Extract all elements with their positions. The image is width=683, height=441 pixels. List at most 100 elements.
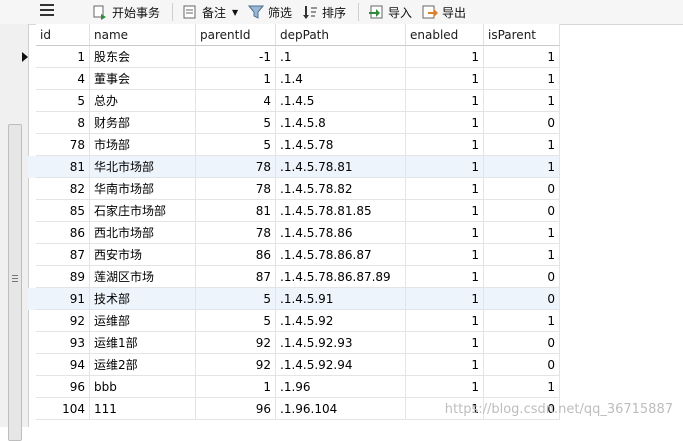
cell-id[interactable]: 81 — [36, 156, 90, 178]
cell-name[interactable]: 华北市场部 — [90, 156, 196, 178]
export-button[interactable]: 导出 — [422, 2, 466, 22]
table-row[interactable]: 89 莲湖区市场 87.1.4.5.78.86.87.89 1 0 — [28, 266, 560, 288]
cell-id[interactable]: 92 — [36, 310, 90, 332]
cell-deppath[interactable]: .1.4.5.78.81.85 — [276, 200, 406, 222]
table-row[interactable]: 91 技术部 5.1.4.5.91 1 0 — [28, 288, 560, 310]
cell-enabled[interactable]: 1 — [406, 46, 484, 68]
cell-parentid[interactable]: 78 — [196, 156, 276, 178]
cell-enabled[interactable]: 1 — [406, 310, 484, 332]
cell-deppath[interactable]: .1.4.5.78.86.87.89 — [276, 266, 406, 288]
cell-id[interactable]: 8 — [36, 112, 90, 134]
cell-isparent[interactable]: 0 — [484, 288, 560, 310]
cell-parentid[interactable]: 1 — [196, 68, 276, 90]
cell-id[interactable]: 91 — [36, 288, 90, 310]
cell-id[interactable]: 89 — [36, 266, 90, 288]
cell-name[interactable]: 运维部 — [90, 310, 196, 332]
cell-enabled[interactable]: 1 — [406, 244, 484, 266]
cell-id[interactable]: 87 — [36, 244, 90, 266]
cell-isparent[interactable]: 0 — [484, 332, 560, 354]
cell-id[interactable]: 86 — [36, 222, 90, 244]
cell-enabled[interactable]: 1 — [406, 222, 484, 244]
cell-isparent[interactable]: 1 — [484, 310, 560, 332]
table-row[interactable]: 92 运维部 5.1.4.5.92 1 1 — [28, 310, 560, 332]
cell-deppath[interactable]: .1.4.5.91 — [276, 288, 406, 310]
cell-parentid[interactable]: 86 — [196, 244, 276, 266]
table-row[interactable]: 85 石家庄市场部 81.1.4.5.78.81.85 1 0 — [28, 200, 560, 222]
cell-deppath[interactable]: .1.4.5.78.86.87 — [276, 244, 406, 266]
cell-isparent[interactable]: 0 — [484, 112, 560, 134]
table-row[interactable]: 8 财务部 5.1.4.5.8 1 0 — [28, 112, 560, 134]
table-row[interactable]: 82 华南市场部 78.1.4.5.78.82 1 0 — [28, 178, 560, 200]
cell-enabled[interactable]: 1 — [406, 288, 484, 310]
cell-parentid[interactable]: 92 — [196, 354, 276, 376]
table-row[interactable]: 96 bbb 1.1.96 1 1 — [28, 376, 560, 398]
table-row[interactable]: 5 总办 4.1.4.5 1 1 — [28, 90, 560, 112]
cell-parentid[interactable]: 92 — [196, 332, 276, 354]
cell-deppath[interactable]: .1.4.5.78.82 — [276, 178, 406, 200]
scrollbar-grip-icon[interactable] — [12, 275, 18, 284]
cell-isparent[interactable]: 0 — [484, 200, 560, 222]
menu-icon[interactable] — [40, 4, 54, 18]
column-header-isparent[interactable]: isParent — [484, 24, 560, 46]
cell-name[interactable]: 111 — [90, 398, 196, 420]
cell-enabled[interactable]: 1 — [406, 200, 484, 222]
cell-isparent[interactable]: 1 — [484, 134, 560, 156]
cell-id[interactable]: 93 — [36, 332, 90, 354]
cell-name[interactable]: 西北市场部 — [90, 222, 196, 244]
cell-deppath[interactable]: .1.4 — [276, 68, 406, 90]
table-row[interactable]: 86 西北市场部 78.1.4.5.78.86 1 1 — [28, 222, 560, 244]
vertical-scrollbar[interactable] — [8, 124, 22, 441]
table-row[interactable]: 4 董事会 1.1.4 1 1 — [28, 68, 560, 90]
sort-button[interactable]: 排序 — [302, 2, 346, 22]
cell-enabled[interactable]: 1 — [406, 68, 484, 90]
cell-id[interactable]: 94 — [36, 354, 90, 376]
cell-deppath[interactable]: .1.96.104 — [276, 398, 406, 420]
note-button[interactable]: 备注 ▼ — [182, 2, 238, 22]
cell-name[interactable]: 总办 — [90, 90, 196, 112]
cell-parentid[interactable]: 1 — [196, 376, 276, 398]
table-row[interactable]: 87 西安市场 86.1.4.5.78.86.87 1 1 — [28, 244, 560, 266]
filter-button[interactable]: 筛选 — [247, 2, 292, 22]
column-header-parentid[interactable]: parentId — [196, 24, 276, 46]
cell-enabled[interactable]: 1 — [406, 156, 484, 178]
cell-parentid[interactable]: 5 — [196, 310, 276, 332]
cell-deppath[interactable]: .1.4.5.92.93 — [276, 332, 406, 354]
cell-id[interactable]: 78 — [36, 134, 90, 156]
column-header-id[interactable]: id — [36, 24, 90, 46]
cell-id[interactable]: 1 — [36, 46, 90, 68]
import-button[interactable]: 导入 — [368, 2, 412, 22]
cell-isparent[interactable]: 0 — [484, 178, 560, 200]
cell-isparent[interactable]: 1 — [484, 68, 560, 90]
cell-parentid[interactable]: 5 — [196, 112, 276, 134]
cell-name[interactable]: 华南市场部 — [90, 178, 196, 200]
begin-transaction-button[interactable]: 开始事务 — [92, 2, 160, 22]
cell-isparent[interactable]: 0 — [484, 354, 560, 376]
cell-name[interactable]: bbb — [90, 376, 196, 398]
table-row[interactable]: 1 股东会 -1.1 1 1 — [22, 46, 560, 68]
cell-deppath[interactable]: .1.4.5.78 — [276, 134, 406, 156]
column-header-deppath[interactable]: depPath — [276, 24, 406, 46]
cell-parentid[interactable]: 5 — [196, 288, 276, 310]
cell-parentid[interactable]: -1 — [196, 46, 276, 68]
cell-name[interactable]: 技术部 — [90, 288, 196, 310]
cell-enabled[interactable]: 1 — [406, 134, 484, 156]
table-row[interactable]: 93 运维1部 92.1.4.5.92.93 1 0 — [28, 332, 560, 354]
cell-deppath[interactable]: .1.4.5.8 — [276, 112, 406, 134]
column-header-enabled[interactable]: enabled — [406, 24, 484, 46]
cell-name[interactable]: 财务部 — [90, 112, 196, 134]
cell-isparent[interactable]: 1 — [484, 376, 560, 398]
cell-isparent[interactable]: 0 — [484, 266, 560, 288]
cell-parentid[interactable]: 96 — [196, 398, 276, 420]
cell-isparent[interactable]: 1 — [484, 244, 560, 266]
cell-name[interactable]: 运维1部 — [90, 332, 196, 354]
table-row[interactable]: 94 运维2部 92.1.4.5.92.94 1 0 — [28, 354, 560, 376]
table-row[interactable]: 78 市场部 5.1.4.5.78 1 1 — [28, 134, 560, 156]
cell-name[interactable]: 西安市场 — [90, 244, 196, 266]
cell-parentid[interactable]: 81 — [196, 200, 276, 222]
cell-name[interactable]: 莲湖区市场 — [90, 266, 196, 288]
cell-isparent[interactable]: 1 — [484, 156, 560, 178]
cell-deppath[interactable]: .1.4.5.78.86 — [276, 222, 406, 244]
cell-name[interactable]: 市场部 — [90, 134, 196, 156]
cell-id[interactable]: 96 — [36, 376, 90, 398]
cell-enabled[interactable]: 1 — [406, 178, 484, 200]
